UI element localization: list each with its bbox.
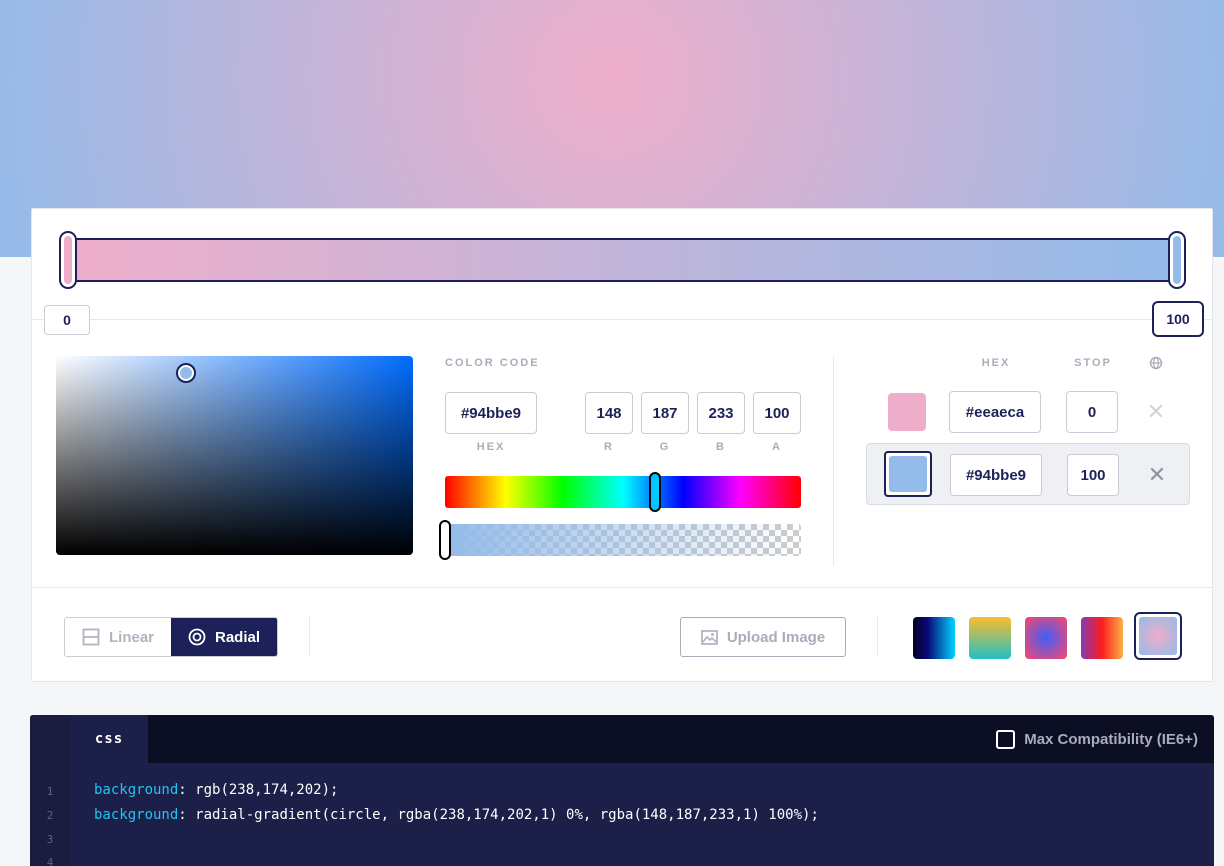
- code-value: : radial-gradient(circle, rgba(238,174,2…: [178, 807, 819, 823]
- green-caption: G: [659, 441, 671, 453]
- stops-stop-header: STOP: [1074, 357, 1112, 369]
- hue-slider[interactable]: [445, 472, 801, 512]
- line-number: 3: [46, 833, 54, 846]
- line-number-gutter: 1 2 3 4: [30, 715, 70, 866]
- radial-button[interactable]: Radial: [171, 618, 277, 656]
- red-input[interactable]: 148: [585, 392, 633, 434]
- stop-handle-start-fill: [64, 236, 72, 284]
- linear-button[interactable]: Linear: [65, 618, 171, 656]
- line-number: 1: [46, 785, 54, 798]
- preset-swatch-2[interactable]: [969, 617, 1011, 659]
- hue-slider-thumb[interactable]: [649, 472, 661, 512]
- close-icon[interactable]: ✕: [1144, 400, 1168, 424]
- upload-image-button[interactable]: Upload Image: [680, 617, 846, 657]
- stop-position-input[interactable]: 0: [1066, 391, 1118, 433]
- line-number: 2: [46, 809, 54, 822]
- color-code-heading: COLOR CODE: [445, 357, 540, 369]
- stop-position-end[interactable]: 100: [1152, 301, 1204, 337]
- preset-swatch-3[interactable]: [1025, 617, 1067, 659]
- stop-position-input[interactable]: 100: [1067, 454, 1119, 496]
- stop-color-swatch-fill: [889, 456, 927, 492]
- stop-hex-input[interactable]: #eeaeca: [949, 391, 1041, 433]
- saturation-cursor[interactable]: [176, 363, 196, 383]
- preset-swatch-1[interactable]: [913, 617, 955, 659]
- green-input[interactable]: 187: [641, 392, 689, 434]
- linear-icon: [82, 628, 100, 646]
- max-compatibility-label: Max Compatibility (IE6+): [1024, 731, 1198, 748]
- code-property: background: [94, 807, 179, 823]
- gradient-editor-panel: 0 100 COLOR CODE #94bbe9 148 187 233 100…: [31, 208, 1213, 682]
- stop-handle-end-fill: [1173, 236, 1181, 284]
- close-icon[interactable]: ✕: [1145, 463, 1169, 487]
- preset-swatch-4[interactable]: [1081, 617, 1123, 659]
- blue-caption: B: [716, 441, 726, 453]
- upload-image-label: Upload Image: [726, 628, 826, 646]
- stop-position-start[interactable]: 0: [44, 305, 90, 335]
- stop-row-selected[interactable]: #94bbe9 100 ✕: [866, 443, 1190, 505]
- toolbar-divider: [32, 587, 1212, 588]
- gradient-bar[interactable]: [67, 238, 1179, 282]
- toolbar-separator: [309, 616, 310, 656]
- radial-icon: [188, 628, 206, 646]
- radial-label: Radial: [214, 628, 260, 646]
- saturation-picker[interactable]: [56, 356, 413, 555]
- preset-swatch-5-fill: [1139, 617, 1177, 655]
- code-value: : rgb(238,174,202);: [178, 782, 339, 798]
- section-divider: [833, 356, 834, 566]
- linear-label: Linear: [108, 628, 154, 646]
- code-property: background: [94, 782, 179, 798]
- red-caption: R: [604, 441, 614, 453]
- max-compatibility-toggle[interactable]: Max Compatibility (IE6+): [996, 730, 1198, 749]
- tab-css[interactable]: css: [70, 715, 148, 763]
- max-compatibility-checkbox[interactable]: [996, 730, 1016, 749]
- globe-icon[interactable]: [1149, 356, 1163, 370]
- stop-ruler: [32, 319, 1212, 320]
- stop-handle-end[interactable]: [1168, 231, 1186, 289]
- preset-swatch-5-selected[interactable]: [1134, 612, 1182, 660]
- hex-input[interactable]: #94bbe9: [445, 392, 537, 434]
- line-number: 4: [46, 856, 54, 866]
- code-line: background: radial-gradient(circle, rgba…: [94, 807, 819, 823]
- gradient-type-toggle: Linear Radial: [64, 617, 278, 657]
- stop-color-swatch[interactable]: [888, 393, 926, 431]
- code-tab-bar: css Max Compatibility (IE6+): [70, 715, 1214, 763]
- code-output-panel: 1 2 3 4 css Max Compatibility (IE6+) bac…: [30, 715, 1214, 866]
- stops-hex-header: HEX: [981, 357, 1011, 369]
- stop-hex-input[interactable]: #94bbe9: [950, 454, 1042, 496]
- alpha-input[interactable]: 100: [753, 392, 801, 434]
- stop-handle-start[interactable]: [59, 231, 77, 289]
- stop-row[interactable]: #eeaeca 0 ✕: [866, 381, 1190, 443]
- alpha-slider-thumb[interactable]: [439, 520, 451, 560]
- code-line: background: rgb(238,174,202);: [94, 782, 338, 798]
- blue-input[interactable]: 233: [697, 392, 745, 434]
- alpha-caption: A: [772, 441, 782, 453]
- toolbar-separator: [877, 616, 878, 656]
- alpha-slider[interactable]: [439, 520, 801, 560]
- image-icon: [701, 629, 718, 645]
- hex-caption: HEX: [476, 441, 506, 453]
- stop-color-swatch[interactable]: [884, 451, 932, 497]
